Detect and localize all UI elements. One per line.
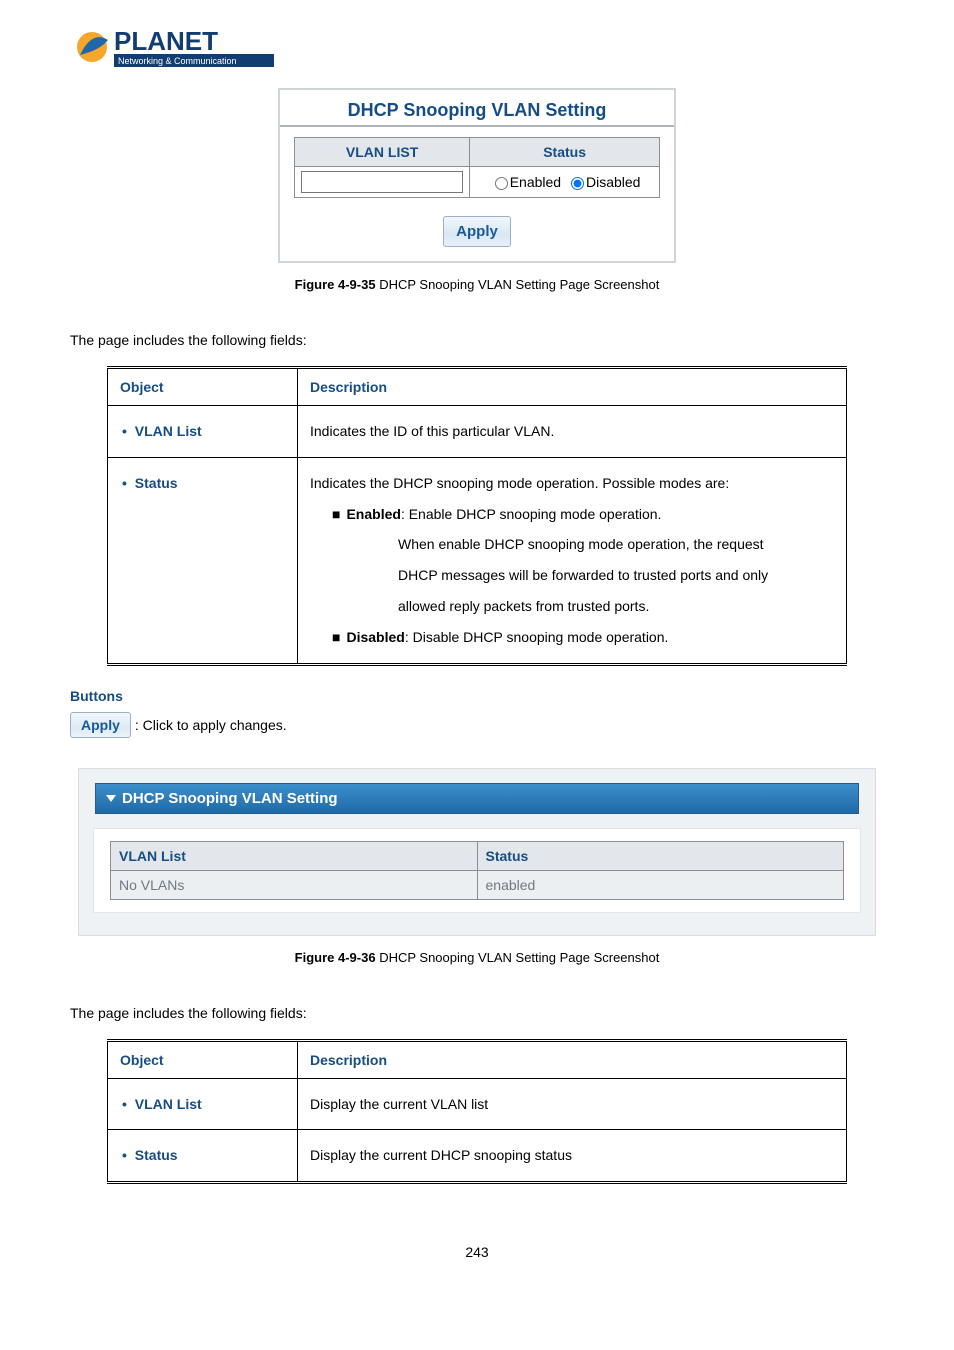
panel2-title: DHCP Snooping VLAN Setting: [122, 790, 338, 807]
apply-desc-text: : Click to apply changes.: [135, 717, 287, 733]
enabled-detail-3: allowed reply packets from trusted ports…: [398, 591, 834, 622]
panel2-titlebar[interactable]: DHCP Snooping VLAN Setting: [95, 783, 859, 814]
buttons-heading: Buttons: [70, 688, 884, 704]
object2-vlan: VLAN List: [136, 1096, 202, 1112]
status-disabled-radio[interactable]: [571, 177, 584, 190]
enabled-bold: Enabled: [346, 506, 400, 522]
col2-status: Status: [477, 841, 844, 870]
desc-status: Indicates the DHCP snooping mode operati…: [298, 457, 847, 664]
figure-number-2: Figure 4-9-36: [295, 950, 376, 965]
figure-caption-text-2: DHCP Snooping VLAN Setting Page Screensh…: [376, 950, 660, 965]
page-number: 243: [70, 1244, 884, 1260]
object-status: Status: [136, 475, 178, 491]
brand-logo: PLANET Networking & Communication: [70, 20, 884, 78]
status-enabled-option[interactable]: Enabled: [489, 174, 561, 190]
figure-caption-1: Figure 4-9-35 DHCP Snooping VLAN Setting…: [70, 277, 884, 292]
object2-status: Status: [136, 1147, 178, 1163]
enabled-detail-1: When enable DHCP snooping mode operation…: [398, 529, 834, 560]
brand-text: PLANET: [114, 26, 218, 56]
desc-header-object: Object: [108, 368, 298, 406]
status-disabled-option[interactable]: Disabled: [565, 174, 640, 190]
intro-text-1: The page includes the following fields:: [70, 332, 884, 348]
apply-button-inline[interactable]: Apply: [70, 712, 131, 738]
cell-status: enabled: [477, 870, 844, 899]
dhcp-vlan-list-panel: DHCP Snooping VLAN Setting VLAN List Sta…: [78, 768, 876, 936]
desc2-vlan: Display the current VLAN list: [298, 1078, 847, 1130]
vlan-setting-table: VLAN LIST Status Enabled Disabled: [294, 137, 660, 198]
chevron-down-icon: [106, 795, 116, 802]
square-bullet-icon: ■: [332, 629, 340, 645]
vlan-list-input[interactable]: [301, 171, 463, 193]
col-header-vlanlist: VLAN LIST: [295, 138, 470, 167]
desc-vlan-list: Indicates the ID of this particular VLAN…: [298, 406, 847, 458]
fields-description-table-1: Object Description VLAN List Indicates t…: [107, 366, 847, 666]
enabled-detail-2: DHCP messages will be forwarded to trust…: [398, 560, 834, 591]
square-bullet-icon: ■: [332, 506, 340, 522]
figure-number: Figure 4-9-35: [295, 277, 376, 292]
col2-vlan: VLAN List: [111, 841, 478, 870]
brand-subtext: Networking & Communication: [118, 56, 237, 66]
disabled-rest: : Disable DHCP snooping mode operation.: [405, 629, 669, 645]
vlan-status-table: VLAN List Status No VLANs enabled: [110, 841, 844, 900]
col-header-status: Status: [470, 138, 660, 167]
status-enabled-label: Enabled: [510, 174, 561, 190]
object-vlan-list: VLAN List: [136, 423, 202, 439]
cell-vlan: No VLANs: [111, 870, 478, 899]
panel-title: DHCP Snooping VLAN Setting: [280, 90, 674, 127]
fields-description-table-2: Object Description VLAN List Display the…: [107, 1039, 847, 1185]
desc2-header-description: Description: [298, 1040, 847, 1078]
desc-header-description: Description: [298, 368, 847, 406]
figure-caption-text: DHCP Snooping VLAN Setting Page Screensh…: [376, 277, 660, 292]
status-enabled-radio[interactable]: [495, 177, 508, 190]
dhcp-vlan-setting-panel: DHCP Snooping VLAN Setting VLAN LIST Sta…: [278, 88, 676, 263]
desc2-status: Display the current DHCP snooping status: [298, 1130, 847, 1183]
status-lead-text: Indicates the DHCP snooping mode operati…: [310, 468, 834, 499]
disabled-bold: Disabled: [346, 629, 404, 645]
status-disabled-label: Disabled: [586, 174, 640, 190]
figure-caption-2: Figure 4-9-36 DHCP Snooping VLAN Setting…: [70, 950, 884, 965]
intro-text-2: The page includes the following fields:: [70, 1005, 884, 1021]
apply-button[interactable]: Apply: [443, 216, 511, 247]
desc2-header-object: Object: [108, 1040, 298, 1078]
enabled-rest: : Enable DHCP snooping mode operation.: [401, 506, 661, 522]
